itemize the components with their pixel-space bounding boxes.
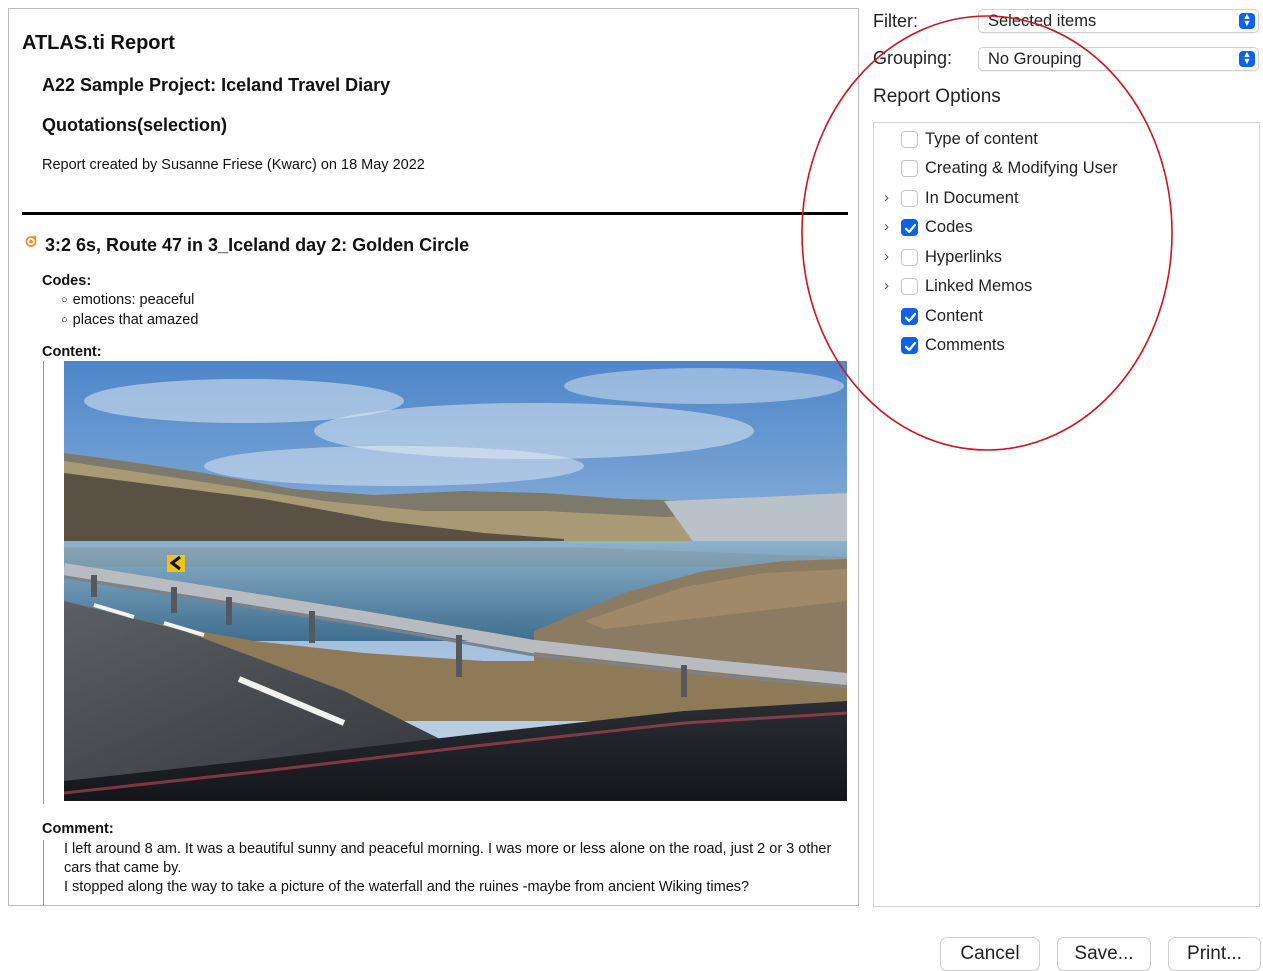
chevron-right-icon[interactable]: ›	[884, 246, 894, 268]
filter-label: Filter:	[873, 11, 918, 31]
checkbox[interactable]	[901, 278, 918, 295]
option-hyperlinks[interactable]: › Hyperlinks	[874, 246, 1259, 270]
comment-bar	[43, 840, 44, 905]
comment-line: I left around 8 am. It was a beautiful s…	[64, 841, 832, 876]
chevron-right-icon[interactable]: ›	[884, 275, 894, 297]
checkbox-checked[interactable]	[901, 308, 918, 325]
option-type-of-content[interactable]: Type of content	[874, 128, 1259, 152]
comment-text: I left around 8 am. It was a beautiful s…	[64, 840, 854, 897]
quotation-photo	[64, 361, 847, 801]
list-item: places that amazed	[61, 311, 199, 331]
checkbox-checked[interactable]	[901, 337, 918, 354]
option-label: Codes	[925, 218, 973, 236]
option-label: Comments	[925, 336, 1005, 354]
popup-stepper-icon: ▲ ▼	[1239, 50, 1255, 67]
project-name: A22 Sample Project: Iceland Travel Diary	[42, 75, 391, 95]
report-created-info: Report created by Susanne Friese (Kwarc)…	[42, 157, 425, 173]
option-label: Content	[925, 307, 983, 325]
option-linked-memos[interactable]: › Linked Memos	[874, 275, 1259, 299]
checkbox[interactable]	[901, 190, 918, 207]
content-bar	[43, 361, 44, 804]
option-label: Linked Memos	[925, 277, 1033, 295]
codes-label: Codes:	[42, 273, 92, 289]
checkbox[interactable]	[901, 131, 918, 148]
section-heading: Quotations(selection)	[42, 115, 228, 135]
option-content[interactable]: Content	[874, 305, 1259, 329]
list-item: emotions: peaceful	[61, 291, 198, 311]
option-codes[interactable]: › Codes	[874, 216, 1259, 240]
grouping-label: Grouping:	[873, 48, 953, 68]
option-label: Type of content	[925, 130, 1038, 148]
option-creating-modifying-user[interactable]: Creating & Modifying User	[874, 157, 1259, 181]
option-label: Creating & Modifying User	[925, 159, 1118, 177]
code-list: emotions: peaceful places that amazed	[61, 291, 199, 331]
report-title: ATLAS.ti Report	[22, 32, 175, 54]
popup-stepper-icon: ▲ ▼	[1239, 12, 1255, 29]
option-comments[interactable]: Comments	[874, 334, 1259, 358]
divider	[22, 212, 848, 215]
checkbox-checked[interactable]	[901, 219, 918, 236]
filter-value: Selected items	[988, 12, 1097, 30]
grouping-select[interactable]: No Grouping ▲ ▼	[978, 47, 1259, 71]
option-label: Hyperlinks	[925, 248, 1003, 266]
report-options-title: Report Options	[873, 86, 1001, 107]
grouping-value: No Grouping	[988, 50, 1082, 68]
comment-line: I stopped along the way to take a pictur…	[64, 879, 750, 895]
chevron-right-icon[interactable]: ›	[884, 187, 894, 209]
report-preview[interactable]: ATLAS.ti Report A22 Sample Project: Icel…	[8, 8, 859, 906]
comment-label: Comment:	[42, 821, 114, 837]
quotation-icon	[25, 235, 37, 247]
content-label: Content:	[42, 344, 102, 360]
checkbox[interactable]	[901, 160, 918, 177]
checkbox[interactable]	[901, 249, 918, 266]
chevron-right-icon[interactable]: ›	[884, 216, 894, 238]
quotation-title: 3:2 6s, Route 47 in 3_Iceland day 2: Gol…	[45, 235, 470, 255]
option-in-document[interactable]: › In Document	[874, 187, 1259, 211]
report-options-list: Type of content Creating & Modifying Use…	[873, 122, 1260, 907]
filter-select[interactable]: Selected items ▲ ▼	[978, 9, 1259, 33]
option-label: In Document	[925, 189, 1019, 207]
